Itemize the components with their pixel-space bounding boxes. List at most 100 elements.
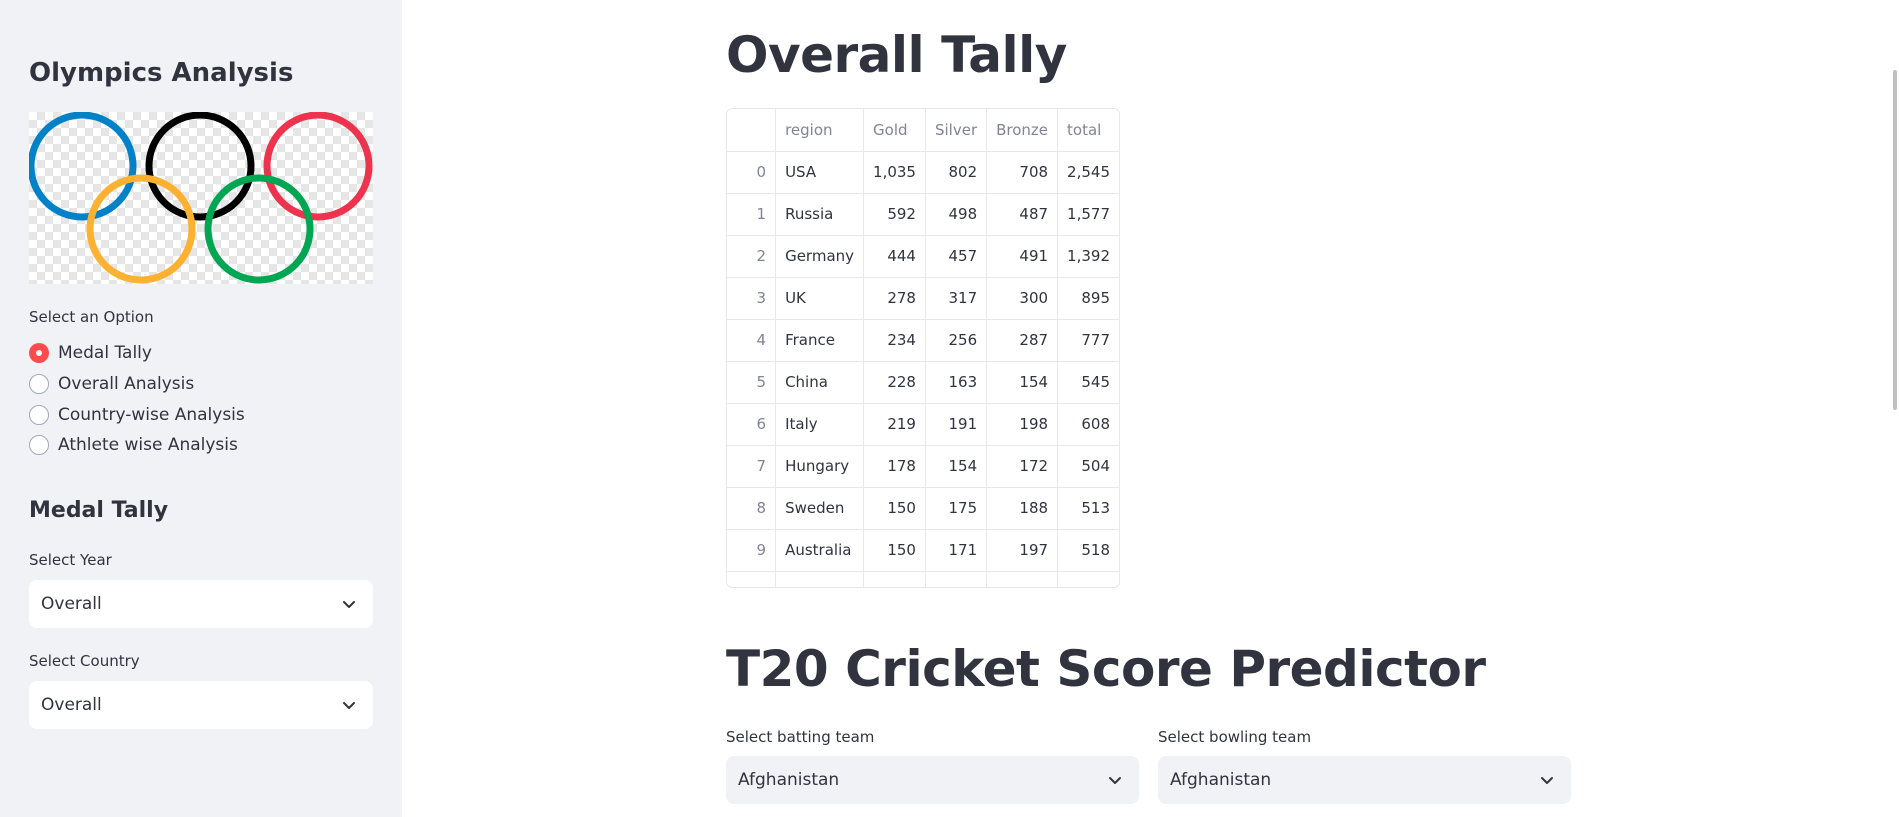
column-header-gold[interactable]: Gold (863, 109, 926, 152)
radio-athlete-wise-analysis[interactable]: Athlete wise Analysis (29, 433, 238, 457)
table-cell[interactable]: 444 (863, 235, 926, 278)
medal-table[interactable]: region Gold Silver Bronze total 0 USA 1,03… (726, 108, 1120, 588)
row-index-cell[interactable]: 9 (727, 529, 777, 572)
table-cell[interactable]: 317 (925, 277, 988, 320)
table-cell[interactable]: Australia (775, 529, 865, 572)
column-header-bronze[interactable]: Bronze (986, 109, 1059, 152)
column-header-total[interactable]: total (1057, 109, 1119, 152)
table-cell[interactable]: 708 (986, 151, 1059, 194)
table-cell[interactable]: 518 (1057, 529, 1119, 572)
table-cell[interactable]: 228 (863, 361, 926, 404)
page-scrollbar[interactable] (1893, 70, 1897, 410)
table-cell[interactable]: 895 (1057, 277, 1119, 320)
table-cell[interactable]: 154 (925, 445, 988, 488)
table-cell[interactable]: 608 (1057, 403, 1119, 446)
table-row[interactable]: 8 Sweden 150 175 188 513 (727, 487, 1119, 530)
row-index-cell[interactable]: 8 (727, 487, 777, 530)
table-cell[interactable]: Sweden (775, 487, 865, 530)
table-cell[interactable]: Russia (775, 193, 865, 236)
column-header-silver[interactable]: Silver (925, 109, 988, 152)
table-cell[interactable]: 150 (863, 487, 926, 530)
table-cell[interactable]: 545 (1057, 361, 1119, 404)
table-cell[interactable]: 191 (925, 403, 988, 446)
table-cell[interactable]: 513 (1057, 487, 1119, 530)
row-index-cell[interactable]: 6 (727, 403, 777, 446)
table-cell[interactable] (775, 571, 865, 587)
table-cell[interactable]: 777 (1057, 319, 1119, 362)
table-cell[interactable]: 163 (925, 361, 988, 404)
table-row-partial[interactable] (727, 571, 1119, 587)
table-cell[interactable]: 175 (925, 487, 988, 530)
table-cell[interactable]: 219 (863, 403, 926, 446)
radio-overall-analysis[interactable]: Overall Analysis (29, 372, 194, 396)
table-cell[interactable]: 150 (863, 529, 926, 572)
table-cell[interactable]: USA (775, 151, 865, 194)
table-cell[interactable] (1057, 571, 1119, 587)
table-cell[interactable] (986, 571, 1059, 587)
table-row[interactable]: 2 Germany 444 457 491 1,392 (727, 235, 1119, 278)
table-cell[interactable]: 198 (986, 403, 1059, 446)
column-header-index[interactable] (727, 109, 777, 152)
table-cell[interactable] (727, 571, 777, 587)
table-cell[interactable]: China (775, 361, 865, 404)
row-index-cell[interactable]: 1 (727, 193, 777, 236)
table-cell[interactable]: 1,392 (1057, 235, 1119, 278)
table-cell[interactable]: 154 (986, 361, 1059, 404)
table-cell[interactable]: 171 (925, 529, 988, 572)
table-cell[interactable]: 178 (863, 445, 926, 488)
bowling-team-select[interactable]: Afghanistan (1158, 756, 1571, 804)
row-index-cell[interactable]: 5 (727, 361, 777, 404)
year-select[interactable]: Overall (29, 580, 373, 628)
table-cell[interactable]: 256 (925, 319, 988, 362)
row-index-cell[interactable]: 7 (727, 445, 777, 488)
radio-unchecked-icon[interactable] (29, 435, 49, 455)
table-cell[interactable]: 498 (925, 193, 988, 236)
table-cell[interactable] (925, 571, 988, 587)
table-cell[interactable]: 287 (986, 319, 1059, 362)
table-cell[interactable]: 197 (986, 529, 1059, 572)
column-header-region[interactable]: region (775, 109, 865, 152)
table-cell[interactable]: Hungary (775, 445, 865, 488)
page-title: Overall Tally (726, 26, 1067, 84)
table-cell[interactable]: 172 (986, 445, 1059, 488)
table-cell[interactable]: France (775, 319, 865, 362)
table-row[interactable]: 3 UK 278 317 300 895 (727, 277, 1119, 320)
row-index-cell[interactable]: 3 (727, 277, 777, 320)
table-cell[interactable]: UK (775, 277, 865, 320)
table-row[interactable]: 6 Italy 219 191 198 608 (727, 403, 1119, 446)
row-index-cell[interactable]: 2 (727, 235, 777, 278)
table-row[interactable]: 9 Australia 150 171 197 518 (727, 529, 1119, 572)
radio-country-wise-analysis[interactable]: Country-wise Analysis (29, 403, 245, 427)
table-cell[interactable]: 188 (986, 487, 1059, 530)
table-cell[interactable]: 592 (863, 193, 926, 236)
table-row[interactable]: 4 France 234 256 287 777 (727, 319, 1119, 362)
table-cell[interactable]: Italy (775, 403, 865, 446)
table-cell[interactable]: 487 (986, 193, 1059, 236)
table-cell[interactable]: 457 (925, 235, 988, 278)
radio-checked-icon[interactable] (29, 343, 49, 363)
table-cell[interactable]: 802 (925, 151, 988, 194)
table-cell[interactable]: 300 (986, 277, 1059, 320)
table-cell[interactable]: 504 (1057, 445, 1119, 488)
table-cell[interactable]: 2,545 (1057, 151, 1119, 194)
radio-unchecked-icon[interactable] (29, 374, 49, 394)
radio-medal-tally[interactable]: Medal Tally (29, 341, 152, 365)
country-select[interactable]: Overall (29, 681, 373, 729)
table-row[interactable]: 1 Russia 592 498 487 1,577 (727, 193, 1119, 236)
table-cell[interactable]: 278 (863, 277, 926, 320)
table-cell[interactable]: 1,035 (863, 151, 926, 194)
table-cell[interactable]: 491 (986, 235, 1059, 278)
radio-label: Medal Tally (58, 343, 152, 363)
table-cell[interactable]: Germany (775, 235, 865, 278)
batting-team-select[interactable]: Afghanistan (726, 756, 1139, 804)
olympic-rings-icon (29, 112, 373, 284)
table-row[interactable]: 0 USA 1,035 802 708 2,545 (727, 151, 1119, 194)
table-row[interactable]: 7 Hungary 178 154 172 504 (727, 445, 1119, 488)
row-index-cell[interactable]: 0 (727, 151, 777, 194)
table-cell[interactable]: 1,577 (1057, 193, 1119, 236)
table-row[interactable]: 5 China 228 163 154 545 (727, 361, 1119, 404)
radio-unchecked-icon[interactable] (29, 405, 49, 425)
table-cell[interactable] (863, 571, 926, 587)
table-cell[interactable]: 234 (863, 319, 926, 362)
row-index-cell[interactable]: 4 (727, 319, 777, 362)
